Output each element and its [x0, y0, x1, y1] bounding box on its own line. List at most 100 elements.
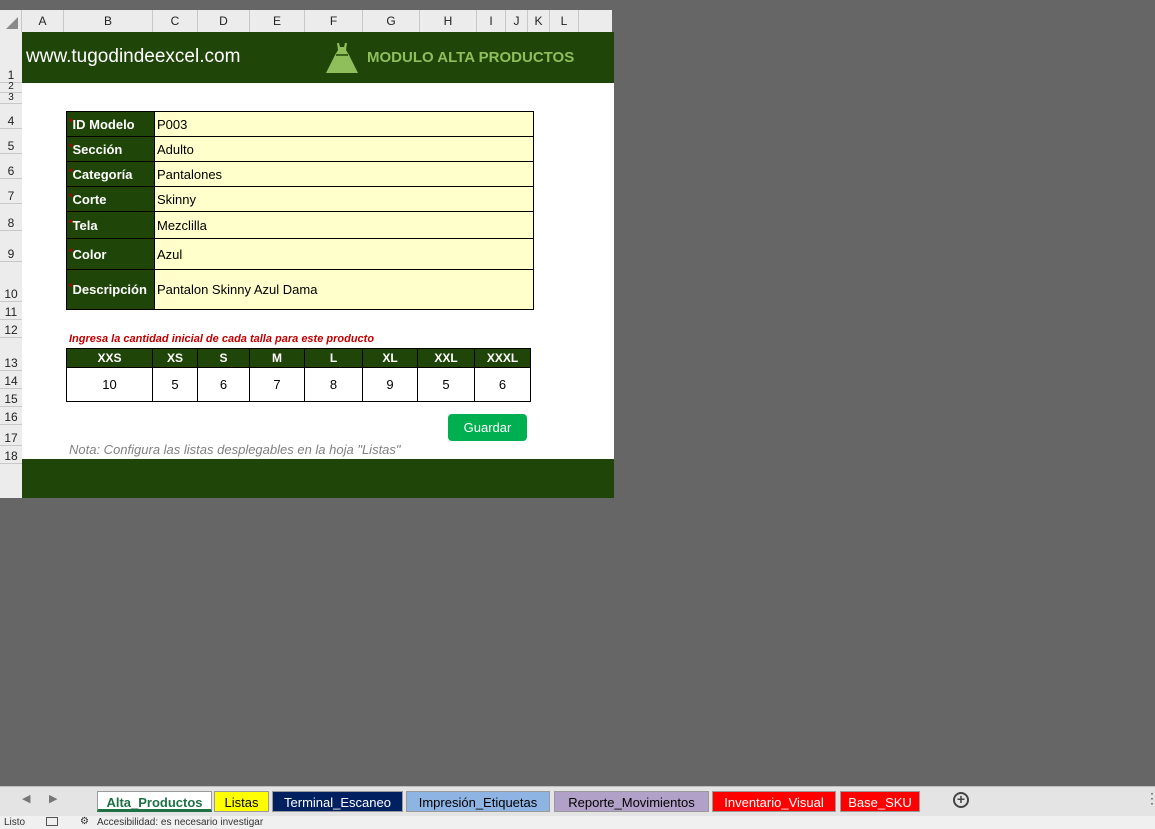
accessibility-status[interactable]: Accesibilidad: es necesario investigar — [97, 817, 263, 828]
row-header[interactable]: 13 — [0, 338, 22, 371]
header-banner: www.tugodindeexcel.com MODULO ALTA PRODU… — [22, 32, 614, 83]
size-quantity-cell[interactable]: 10 — [66, 367, 153, 402]
column-header[interactable]: I — [477, 10, 506, 32]
status-bar: Listo ⚙ Accesibilidad: es necesario inve… — [0, 816, 1155, 829]
row-header[interactable]: 8 — [0, 204, 22, 231]
row-header[interactable]: 17 — [0, 425, 22, 446]
row-header[interactable]: 4 — [0, 104, 22, 129]
row-header[interactable]: 11 — [0, 302, 22, 320]
sizes-table: XXS XS S M L XL XXL XXXL 10 5 6 7 8 9 5 6 — [66, 348, 531, 402]
size-quantity-cell[interactable]: 7 — [249, 367, 305, 402]
sheet-tab[interactable]: Listas — [214, 791, 269, 812]
size-quantity-cell[interactable]: 6 — [474, 367, 531, 402]
size-header: XL — [362, 348, 418, 368]
sheet-tab[interactable]: Terminal_Escaneo — [272, 791, 403, 812]
size-header: XXXL — [474, 348, 531, 368]
column-header[interactable]: A — [22, 10, 64, 32]
size-quantity-cell[interactable]: 8 — [304, 367, 363, 402]
column-header[interactable]: B — [64, 10, 153, 32]
size-quantity-cell[interactable]: 6 — [197, 367, 250, 402]
size-header: L — [304, 348, 363, 368]
field-value-cell[interactable]: Skinny — [154, 186, 534, 212]
add-sheet-icon[interactable]: + — [953, 792, 969, 808]
form-row: *Corte Skinny — [66, 186, 534, 212]
column-header[interactable]: F — [305, 10, 363, 32]
field-label-text: Tela — [72, 217, 98, 233]
accessibility-icon[interactable]: ⚙ — [80, 816, 89, 827]
field-label-text: Sección — [72, 141, 123, 157]
column-header[interactable]: H — [420, 10, 477, 32]
size-quantity-cell[interactable]: 5 — [152, 367, 198, 402]
field-label: *Tela — [66, 211, 155, 239]
field-label-text: ID Modelo — [72, 116, 135, 132]
form-row: *Tela Mezclilla — [66, 211, 534, 239]
row-header[interactable]: 6 — [0, 154, 22, 179]
save-button[interactable]: Guardar — [448, 414, 527, 441]
column-header[interactable]: C — [153, 10, 198, 32]
field-label: *Color — [66, 238, 155, 270]
field-value-cell[interactable]: Mezclilla — [154, 211, 534, 239]
sizes-hint: Ingresa la cantidad inicial de cada tall… — [69, 333, 375, 345]
field-label: *Sección — [66, 136, 155, 162]
field-value-cell[interactable]: Azul — [154, 238, 534, 270]
worksheet-area: www.tugodindeexcel.com MODULO ALTA PRODU… — [22, 32, 614, 498]
row-header[interactable]: 7 — [0, 179, 22, 204]
macro-record-icon[interactable] — [46, 817, 58, 826]
field-value-cell[interactable]: P003 — [154, 111, 534, 137]
row-header[interactable]: 12 — [0, 320, 22, 338]
field-label-text: Categoría — [72, 166, 133, 182]
row-header[interactable]: 15 — [0, 389, 22, 407]
form-row: *Color Azul — [66, 238, 534, 270]
field-label: *Descripción — [66, 269, 155, 310]
field-value-cell[interactable]: Pantalones — [154, 161, 534, 187]
row-header-bar: 1 2 3 4 5 6 7 8 9 10 11 12 13 14 15 16 17 18 — [0, 32, 22, 498]
field-label: *Corte — [66, 186, 155, 212]
column-header[interactable]: L — [550, 10, 579, 32]
row-header[interactable]: 9 — [0, 231, 22, 262]
column-header[interactable]: J — [506, 10, 528, 32]
row-header[interactable]: 5 — [0, 129, 22, 154]
column-header[interactable]: K — [528, 10, 550, 32]
product-form: *ID Modelo P003 *Sección Adulto *Categoría Pa… — [66, 111, 534, 310]
row-header[interactable]: 16 — [0, 407, 22, 425]
size-header: XXS — [66, 348, 153, 368]
row-header[interactable]: 18 — [0, 446, 22, 464]
field-label-text: Descripción — [72, 282, 147, 297]
row-header[interactable]: 14 — [0, 371, 22, 389]
column-header[interactable]: D — [198, 10, 250, 32]
status-ready: Listo — [4, 817, 26, 828]
sheet-tab-bar: ◀ ▶ + ⋮ Alta_Productos Listas Terminal_Esc… — [0, 786, 1155, 817]
site-url: www.tugodindeexcel.com — [26, 46, 241, 67]
more-options-icon[interactable]: ⋮ — [1145, 790, 1155, 807]
dress-icon — [326, 43, 358, 73]
field-value-cell[interactable]: Adulto — [154, 136, 534, 162]
sheet-tab[interactable]: Impresión_Etiquetas — [406, 791, 550, 812]
sheet-tab[interactable]: Inventario_Visual — [712, 791, 836, 812]
footer-banner — [22, 459, 614, 498]
field-label-text: Corte — [72, 191, 107, 207]
sheet-tab[interactable]: Reporte_Movimientos — [554, 791, 709, 812]
column-header[interactable]: E — [250, 10, 305, 32]
sheet-tab[interactable]: Base_SKU — [840, 791, 920, 812]
form-row: *Sección Adulto — [66, 136, 534, 162]
row-header[interactable]: 1 — [0, 32, 22, 83]
lists-note: Nota: Configura las listas desplegables … — [69, 442, 401, 457]
row-header[interactable]: 10 — [0, 262, 22, 302]
size-header: XS — [152, 348, 198, 368]
row-header[interactable]: 3 — [0, 92, 22, 104]
form-row: *Categoría Pantalones — [66, 161, 534, 187]
tab-scroll-left-icon[interactable]: ◀ — [22, 792, 30, 805]
module-title: MODULO ALTA PRODUCTOS — [367, 49, 575, 66]
column-header[interactable]: G — [363, 10, 420, 32]
size-quantity-cell[interactable]: 5 — [417, 367, 475, 402]
form-row: *ID Modelo P003 — [66, 111, 534, 137]
sheet-tab[interactable]: Alta_Productos — [97, 791, 212, 812]
size-header: M — [249, 348, 305, 368]
select-all-corner[interactable] — [0, 10, 22, 32]
field-label: *Categoría — [66, 161, 155, 187]
field-value-cell[interactable]: Pantalon Skinny Azul Dama — [154, 269, 534, 310]
tab-scroll-right-icon[interactable]: ▶ — [49, 792, 57, 805]
field-label-text: Color — [72, 246, 107, 262]
form-row: *Descripción Pantalon Skinny Azul Dama — [66, 269, 534, 310]
size-quantity-cell[interactable]: 9 — [362, 367, 418, 402]
